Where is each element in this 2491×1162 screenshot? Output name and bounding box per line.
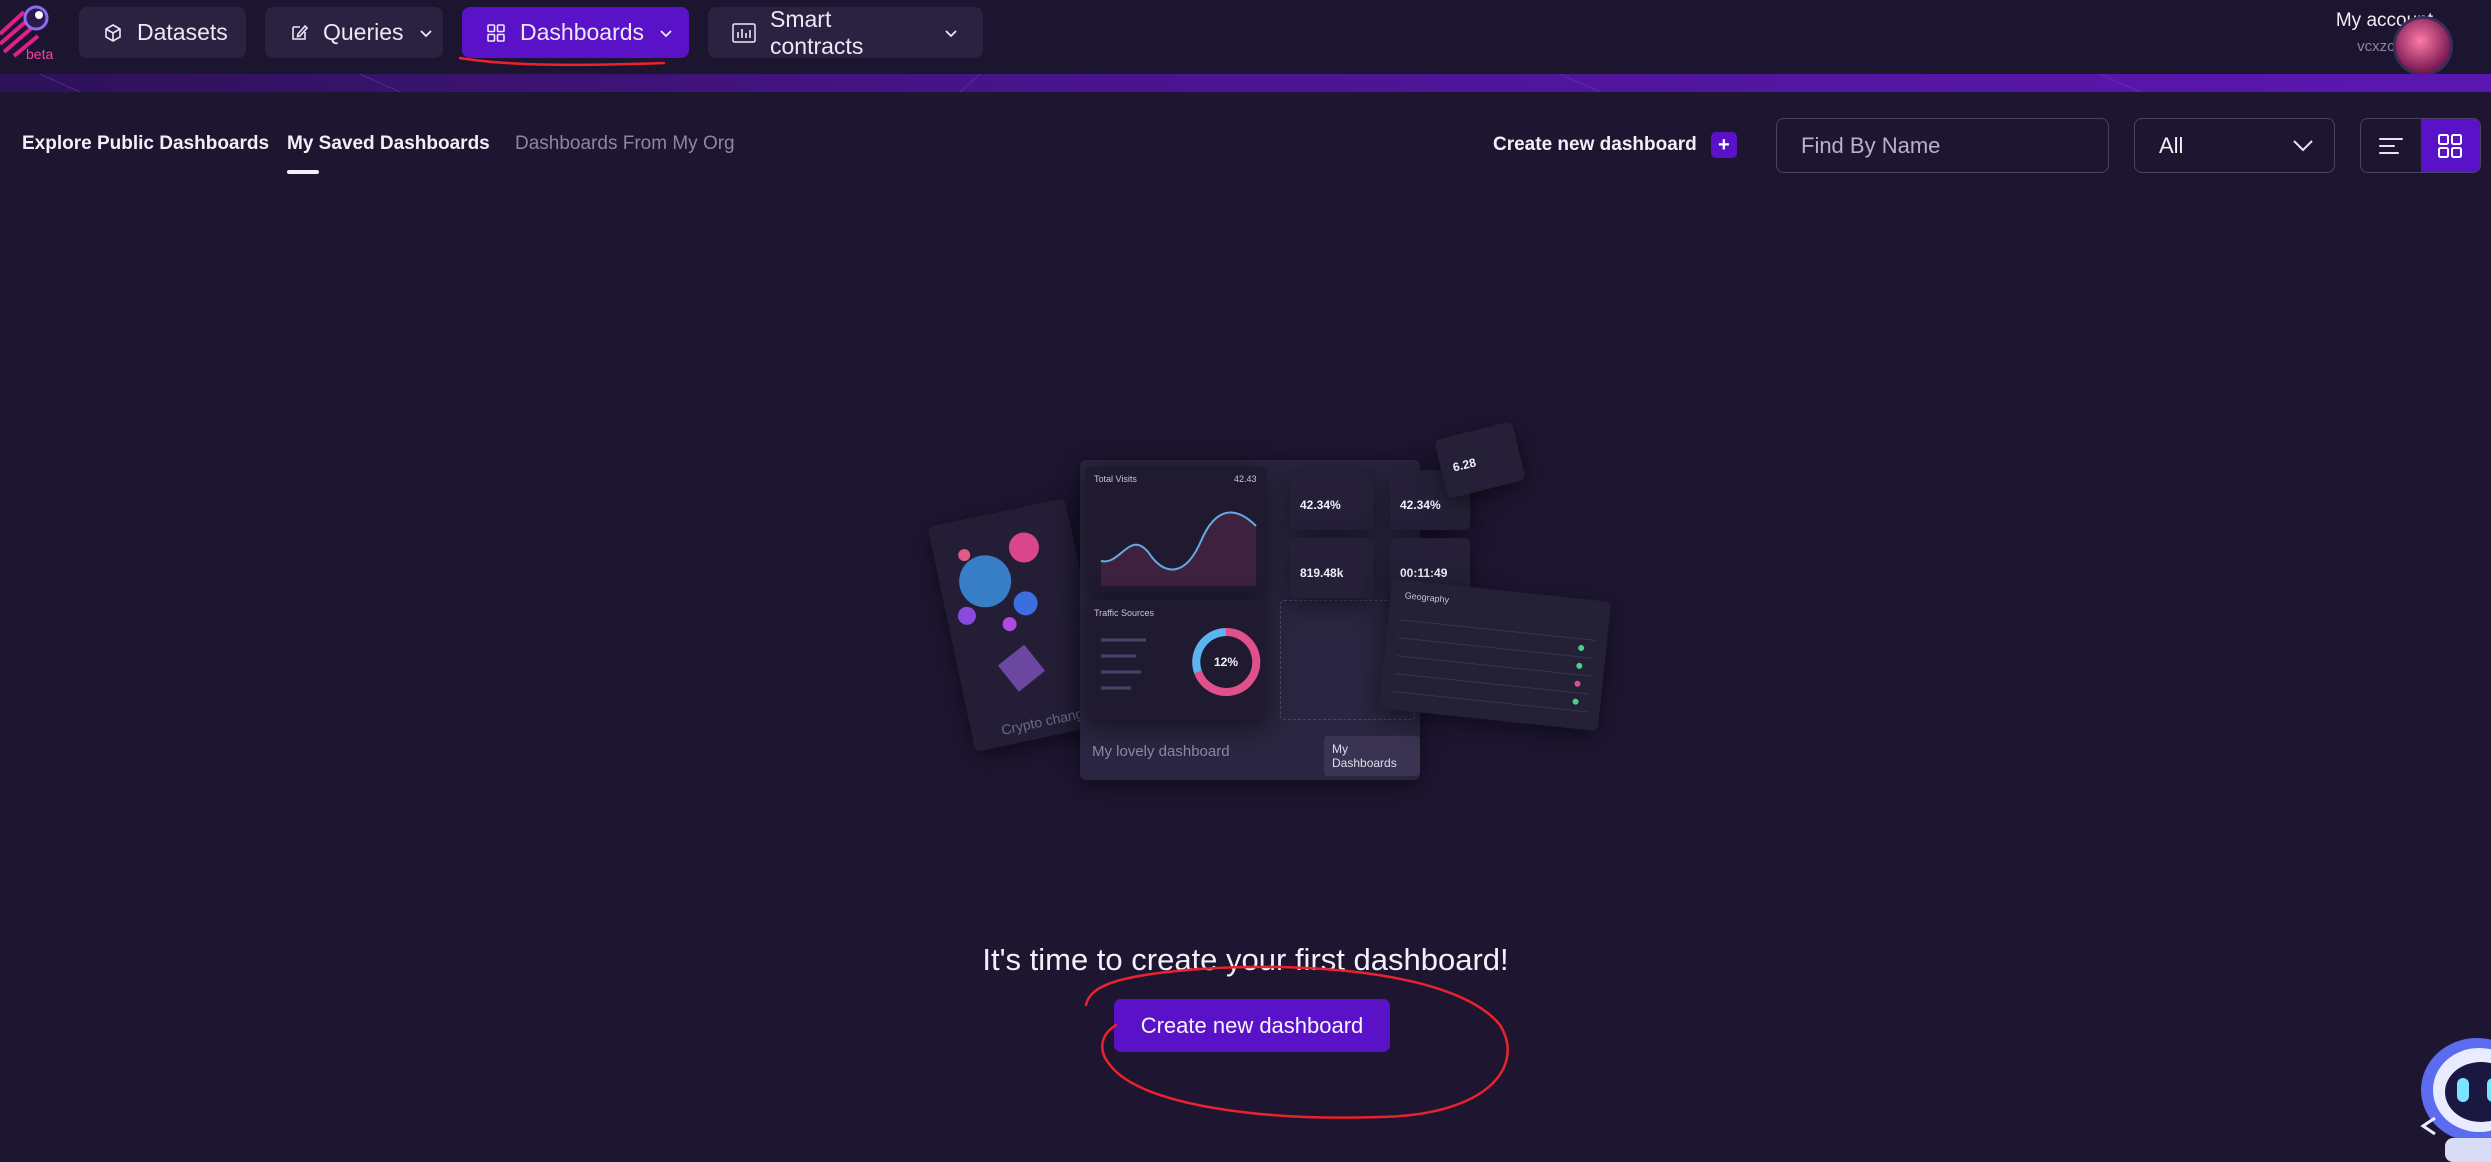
list-view-button[interactable]: [2361, 119, 2421, 172]
table-lines-icon: [1392, 619, 1596, 713]
nav-smart-contracts-button[interactable]: Smart contracts: [708, 5, 983, 59]
wave-chart-icon: [1100, 511, 1257, 586]
illustration-stat-tile: 6.28: [1433, 421, 1527, 499]
assistant-robot[interactable]: [2415, 1030, 2491, 1162]
nav-queries-button[interactable]: Queries: [265, 7, 443, 58]
empty-state-illustration: Crypto change Total Visits 42.43 Traffic…: [927, 410, 1630, 800]
filter-select[interactable]: All: [2134, 118, 2335, 173]
view-toggle: [2360, 118, 2481, 173]
illustration-stat-tile: 42.34%: [1290, 470, 1374, 530]
illustration-stat-e: 6.28: [1451, 455, 1478, 475]
illustration-dashboard-button: My Dashboards: [1324, 736, 1420, 776]
illustration-visits-panel: Total Visits 42.43: [1086, 466, 1266, 594]
illustration-geo-card: Geography: [1378, 578, 1612, 732]
illustration-traffic-panel: Traffic Sources 12%: [1086, 600, 1266, 720]
create-dashboard-link[interactable]: Create new dashboard +: [1493, 132, 1737, 158]
chevron-down-icon: [660, 29, 672, 37]
list-icon: [2378, 137, 2403, 154]
illustration-chart-title: Total Visits: [1094, 474, 1137, 484]
bar-chart-icon: [732, 22, 756, 43]
nav-dashboards-label: Dashboards: [520, 19, 645, 45]
filter-value: All: [2159, 132, 2184, 158]
illustration-stat-a: 42.34%: [1300, 498, 1341, 512]
nav-smart-contracts-label: Smart contracts: [770, 5, 864, 59]
cube-icon: [105, 23, 121, 42]
header-stripe: [0, 73, 2491, 93]
tab-explore-public[interactable]: Explore Public Dashboards: [22, 133, 269, 155]
search-input[interactable]: [1801, 132, 2089, 159]
robot-icon: [2420, 1038, 2491, 1162]
edit-icon: [292, 24, 309, 40]
illustration-donut-value: 12%: [1214, 655, 1239, 669]
top-navbar: beta Datasets Queries Dashboards Smart c…: [0, 0, 2491, 76]
nav-datasets-button[interactable]: Datasets: [79, 7, 246, 58]
beta-badge: beta: [26, 46, 54, 62]
chevron-down-icon: [2293, 139, 2313, 151]
account-menu[interactable]: My account vcxzcbcvxz: [2336, 10, 2453, 76]
illustration-traffic-title: Traffic Sources: [1094, 608, 1155, 618]
illustration-stat-c: 819.48k: [1300, 566, 1344, 580]
grid-icon: [2438, 133, 2463, 158]
donut-chart-icon: [1101, 627, 1261, 696]
nav-datasets-label: Datasets: [137, 19, 228, 45]
illustration-chart-value: 42.43: [1234, 474, 1257, 484]
empty-state-title: It's time to create your first dashboard…: [982, 942, 1509, 977]
dashboards-page: beta Datasets Queries Dashboards Smart c…: [0, 0, 2491, 1162]
search-box: [1776, 118, 2109, 173]
create-dashboard-label: Create new dashboard: [1493, 134, 1697, 155]
grid-icon: [487, 23, 505, 42]
nav-queries-label: Queries: [323, 19, 404, 45]
chevron-down-icon: [945, 29, 957, 37]
tab-my-saved[interactable]: My Saved Dashboards: [287, 133, 490, 155]
illustration-stat-d: 00:11:49: [1400, 566, 1448, 580]
avatar[interactable]: [2393, 16, 2453, 76]
annotation-underline: [458, 56, 666, 67]
stripe-pattern-icon: [39, 73, 2141, 93]
grid-view-button[interactable]: [2420, 119, 2480, 172]
app-logo[interactable]: beta: [0, 4, 58, 62]
nav-dashboards-button[interactable]: Dashboards: [462, 7, 689, 58]
chevron-down-icon: [419, 29, 432, 37]
illustration-stat-tile: 819.48k: [1290, 538, 1374, 598]
tab-from-my-org[interactable]: Dashboards From My Org: [515, 133, 735, 155]
plus-icon: +: [1710, 132, 1737, 158]
illustration-dashboard-name: My lovely dashboard: [1092, 743, 1230, 760]
create-new-dashboard-button[interactable]: Create new dashboard: [1114, 999, 1390, 1052]
active-tab-indicator: [287, 170, 319, 174]
illustration-stat-b: 42.34%: [1400, 498, 1441, 512]
